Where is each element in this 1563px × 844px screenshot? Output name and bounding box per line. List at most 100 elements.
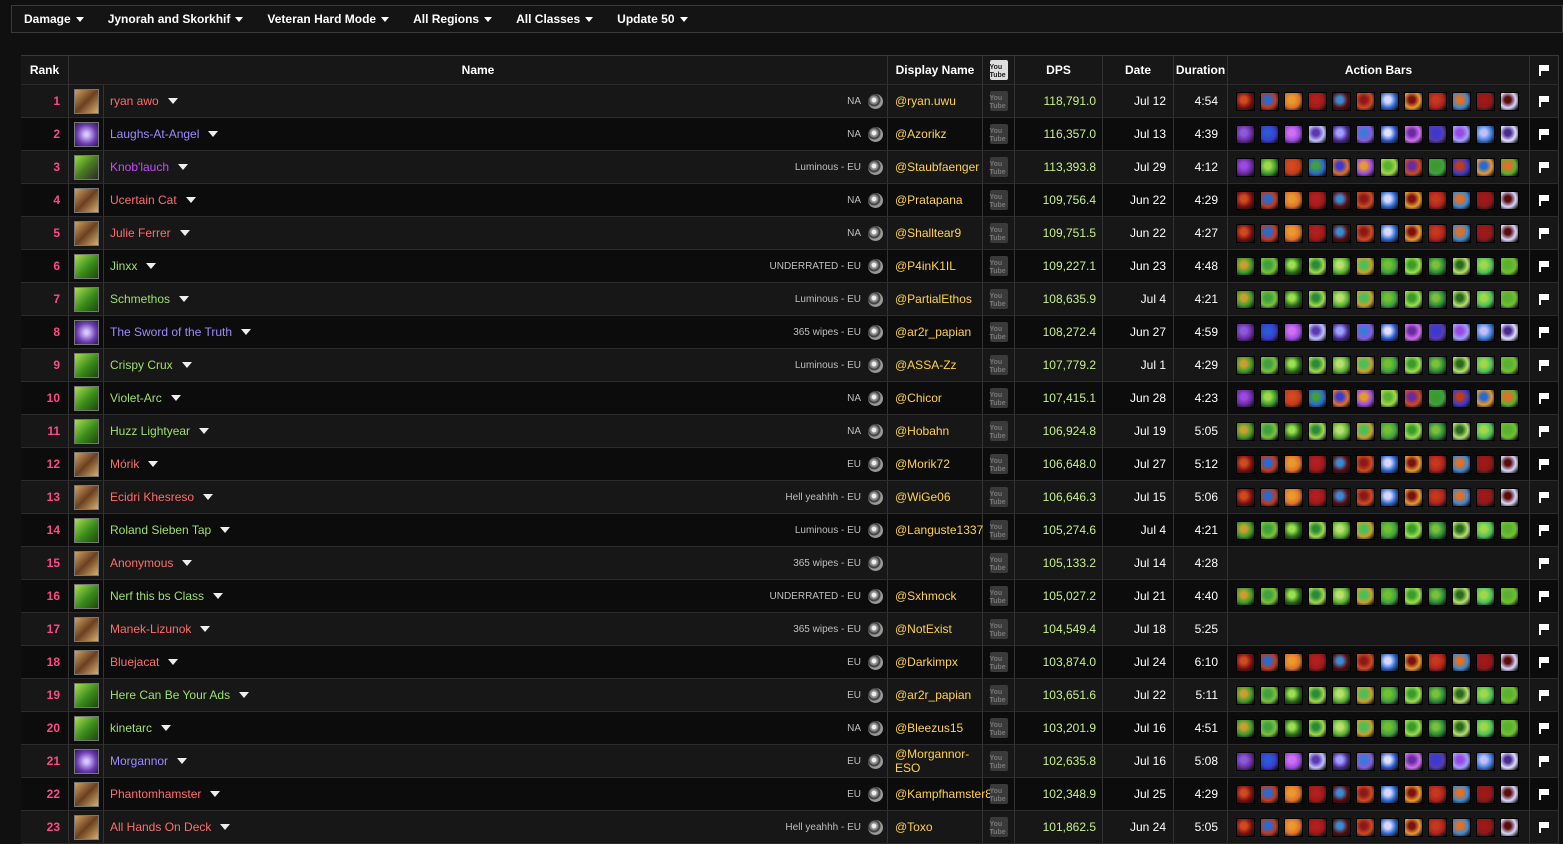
youtube-icon[interactable]: You Tube (989, 718, 1008, 738)
skill-icon[interactable] (1476, 454, 1495, 474)
skill-icon[interactable] (1356, 157, 1375, 177)
display-name[interactable]: @Sxhmock (895, 589, 957, 603)
chevron-down-icon[interactable] (179, 296, 190, 302)
skill-icon[interactable] (1380, 289, 1399, 309)
skill-icon[interactable] (1356, 388, 1375, 408)
display-name[interactable]: @Staubfaenger (895, 160, 979, 174)
skill-icon[interactable] (1452, 157, 1471, 177)
skill-icon[interactable] (1500, 157, 1519, 177)
skill-icon[interactable] (1284, 91, 1303, 111)
flag-icon[interactable] (1539, 524, 1549, 536)
table-row[interactable]: 3 Knob'lauch Luminous - EU @Staubfaenger… (21, 151, 1559, 184)
skill-icon[interactable] (1308, 487, 1327, 507)
display-name[interactable]: @Azorikz (895, 127, 947, 141)
skill-icon[interactable] (1308, 256, 1327, 276)
skill-icon[interactable] (1380, 586, 1399, 606)
display-name[interactable]: @ar2r_papian (895, 688, 971, 702)
skill-icon[interactable] (1236, 652, 1255, 672)
youtube-icon[interactable]: You Tube (989, 817, 1008, 837)
skill-icon[interactable] (1404, 322, 1423, 342)
skill-icon[interactable] (1428, 124, 1447, 144)
skill-icon[interactable] (1404, 751, 1423, 771)
table-row[interactable]: 6 Jinxx UNDERRATED - EU @P4inK1IL You Tu… (21, 250, 1559, 283)
display-name[interactable]: @Hobahn (895, 424, 949, 438)
flag-icon[interactable] (1539, 557, 1549, 569)
skill-icon[interactable] (1404, 223, 1423, 243)
skill-icon[interactable] (1380, 157, 1399, 177)
skill-icon[interactable] (1308, 322, 1327, 342)
youtube-icon[interactable]: You Tube (989, 520, 1008, 540)
skill-icon[interactable] (1308, 784, 1327, 804)
skill-icon[interactable] (1308, 355, 1327, 375)
skill-icon[interactable] (1452, 454, 1471, 474)
skill-icon[interactable] (1308, 91, 1327, 111)
skill-icon[interactable] (1452, 190, 1471, 210)
skill-icon[interactable] (1284, 157, 1303, 177)
skill-icon[interactable] (1236, 487, 1255, 507)
display-name[interactable]: @PartialEthos (895, 292, 972, 306)
player-name-link[interactable]: Violet-Arc (110, 391, 162, 405)
flag-icon[interactable] (1539, 227, 1549, 239)
youtube-icon[interactable]: You Tube (989, 190, 1008, 210)
skill-icon[interactable] (1428, 817, 1447, 837)
skill-icon[interactable] (1308, 685, 1327, 705)
table-row[interactable]: 14 Roland Sieben Tap Luminous - EU @Lang… (21, 514, 1559, 547)
player-name-link[interactable]: Ecidri Khesreso (110, 490, 194, 504)
skill-icon[interactable] (1404, 718, 1423, 738)
skill-icon[interactable] (1260, 487, 1279, 507)
youtube-icon[interactable]: You Tube (989, 124, 1008, 144)
display-name[interactable]: @Darkimpx (895, 655, 958, 669)
skill-icon[interactable] (1380, 190, 1399, 210)
skill-icon[interactable] (1404, 520, 1423, 540)
skill-icon[interactable] (1500, 388, 1519, 408)
chevron-down-icon[interactable] (239, 692, 250, 698)
skill-icon[interactable] (1284, 520, 1303, 540)
skill-icon[interactable] (1308, 289, 1327, 309)
skill-icon[interactable] (1476, 355, 1495, 375)
chevron-down-icon[interactable] (168, 659, 179, 665)
skill-icon[interactable] (1500, 685, 1519, 705)
skill-icon[interactable] (1500, 355, 1519, 375)
skill-icon[interactable] (1452, 586, 1471, 606)
skill-icon[interactable] (1356, 487, 1375, 507)
skill-icon[interactable] (1284, 421, 1303, 441)
col-display-header[interactable]: Display Name (888, 56, 983, 84)
player-name-link[interactable]: All Hands On Deck (110, 820, 211, 834)
skill-icon[interactable] (1476, 91, 1495, 111)
skill-icon[interactable] (1452, 487, 1471, 507)
filter-dropdown[interactable]: Jynorah and Skorkhif (96, 12, 256, 26)
table-row[interactable]: 17 Manek-Lizunok 365 wipes - EU @NotExis… (21, 613, 1559, 646)
skill-icon[interactable] (1284, 718, 1303, 738)
flag-icon[interactable] (1539, 788, 1549, 800)
skill-icon[interactable] (1308, 388, 1327, 408)
table-row[interactable]: 13 Ecidri Khesreso Hell yeahhh - EU @WiG… (21, 481, 1559, 514)
skill-icon[interactable] (1236, 190, 1255, 210)
display-name[interactable]: @ryan.uwu (895, 94, 956, 108)
chevron-down-icon[interactable] (146, 263, 157, 269)
skill-icon[interactable] (1236, 91, 1255, 111)
skill-icon[interactable] (1500, 256, 1519, 276)
skill-icon[interactable] (1308, 718, 1327, 738)
skill-icon[interactable] (1260, 124, 1279, 144)
table-row[interactable]: 15 Anonymous 365 wipes - EU You Tube 105… (21, 547, 1559, 580)
flag-icon[interactable] (1539, 458, 1549, 470)
skill-icon[interactable] (1356, 289, 1375, 309)
display-name[interactable]: @ar2r_papian (895, 325, 971, 339)
skill-icon[interactable] (1356, 322, 1375, 342)
player-name-link[interactable]: Here Can Be Your Ads (110, 688, 230, 702)
skill-icon[interactable] (1500, 421, 1519, 441)
skill-icon[interactable] (1476, 718, 1495, 738)
skill-icon[interactable] (1284, 652, 1303, 672)
skill-icon[interactable] (1428, 421, 1447, 441)
skill-icon[interactable] (1404, 586, 1423, 606)
filter-dropdown[interactable]: Damage (12, 12, 96, 26)
skill-icon[interactable] (1260, 190, 1279, 210)
skill-icon[interactable] (1380, 784, 1399, 804)
skill-icon[interactable] (1476, 586, 1495, 606)
youtube-icon[interactable]: You Tube (989, 157, 1008, 177)
skill-icon[interactable] (1332, 751, 1351, 771)
table-row[interactable]: 12 Mórik EU @Morik72 You Tube 106,648.0 … (21, 448, 1559, 481)
skill-icon[interactable] (1332, 91, 1351, 111)
skill-icon[interactable] (1236, 520, 1255, 540)
player-name-link[interactable]: Bluejacat (110, 655, 159, 669)
